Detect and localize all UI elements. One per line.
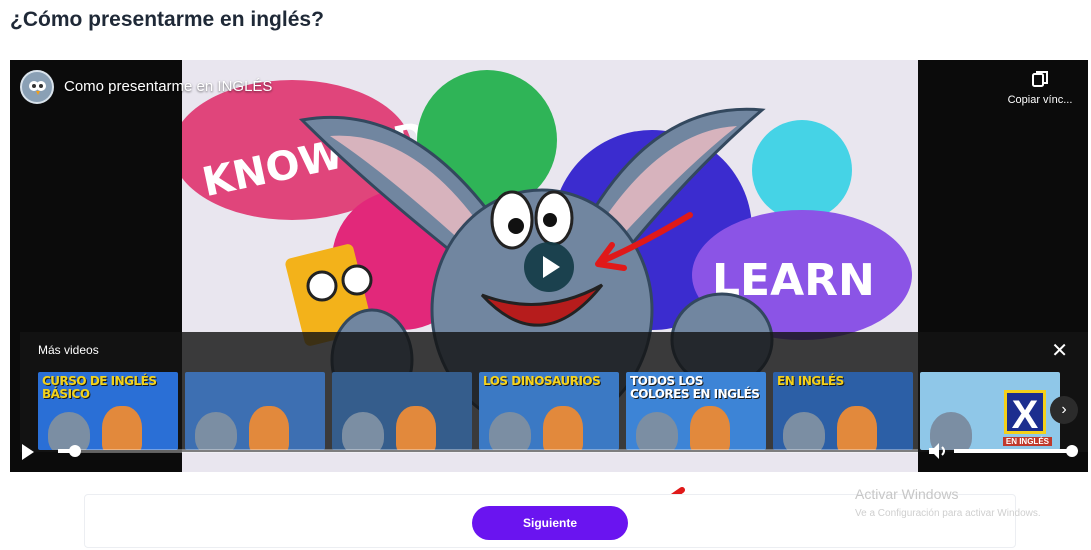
- windows-activation-title: Activar Windows: [855, 486, 959, 502]
- video-title[interactable]: Como presentarme en INGLÉS: [64, 78, 272, 95]
- rabbit-character: [783, 412, 825, 450]
- progress-bar[interactable]: [58, 445, 918, 457]
- play-icon: [543, 256, 560, 278]
- teacher-character: [690, 406, 730, 450]
- copy-link-label: Copiar vínc...: [1007, 94, 1073, 106]
- more-videos-title: Más videos: [38, 343, 99, 357]
- rabbit-character: [195, 412, 237, 450]
- video-card[interactable]: LOS DINOSAURIOS: [479, 372, 619, 450]
- close-icon[interactable]: ✕: [1051, 338, 1068, 363]
- channel-avatar[interactable]: [20, 70, 54, 104]
- teacher-character: [543, 406, 583, 450]
- video-card-title: CURSO DE INGLÉS BÁSICO: [42, 374, 157, 401]
- video-card[interactable]: [332, 372, 472, 450]
- rabbit-character: [342, 412, 384, 450]
- teacher-character: [249, 406, 289, 450]
- next-button[interactable]: Siguiente: [472, 506, 628, 540]
- teacher-character: [102, 406, 142, 450]
- video-player[interactable]: KNOWLEDGE LEARN: [10, 60, 1088, 472]
- page-title: ¿Cómo presentarme en inglés?: [10, 8, 324, 31]
- owl-icon: [29, 81, 46, 95]
- video-card[interactable]: CURSO DE INGLÉS BÁSICO: [38, 372, 178, 450]
- teacher-character: [837, 406, 877, 450]
- video-card-title: TODOS LOS COLORES EN INGLÉS: [630, 374, 760, 401]
- rabbit-character: [489, 412, 531, 450]
- play-button[interactable]: [524, 242, 574, 292]
- rabbit-character: [48, 412, 90, 450]
- video-card-badge: X: [1004, 390, 1046, 437]
- more-videos-panel: Más videos ✕ CURSO DE INGLÉS BÁSICO LOS D…: [20, 332, 1088, 452]
- video-card-title: EN INGLÉS: [777, 374, 844, 388]
- copy-link-button[interactable]: Copiar vínc...: [1002, 70, 1078, 106]
- video-card[interactable]: TODOS LOS COLORES EN INGLÉS: [626, 372, 766, 450]
- play-icon[interactable]: [22, 444, 34, 460]
- copy-icon: [1032, 71, 1048, 87]
- volume-knob[interactable]: [1066, 445, 1078, 457]
- rabbit-character: [636, 412, 678, 450]
- video-card[interactable]: [185, 372, 325, 450]
- volume-fill: [954, 449, 1072, 453]
- more-videos-strip: CURSO DE INGLÉS BÁSICO LOS DINOSAURIOS TOD…: [38, 372, 1088, 450]
- windows-activation-subtitle: Ve a Configuración para activar Windows.: [855, 508, 1041, 519]
- volume-slider[interactable]: [954, 445, 1078, 457]
- video-card[interactable]: EN INGLÉS: [773, 372, 913, 450]
- teacher-character: [396, 406, 436, 450]
- video-card[interactable]: X EN INGLÉS: [920, 372, 1060, 450]
- video-card-subtitle: EN INGLÉS: [1002, 437, 1052, 446]
- chevron-right-icon[interactable]: ›: [1050, 396, 1078, 424]
- progress-knob[interactable]: [69, 445, 82, 457]
- video-card-title: LOS DINOSAURIOS: [483, 374, 601, 388]
- volume-icon[interactable]: [928, 442, 950, 460]
